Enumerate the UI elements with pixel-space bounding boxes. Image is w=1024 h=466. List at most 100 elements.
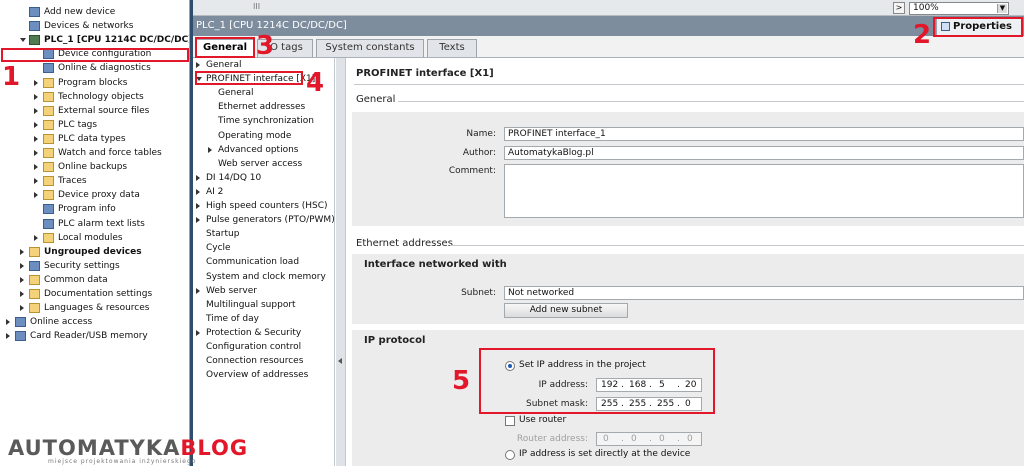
tree-item[interactable]: PLC data types bbox=[0, 132, 189, 146]
expand-right-icon[interactable] bbox=[196, 188, 200, 195]
tab-system-constants[interactable]: System constants bbox=[316, 39, 424, 57]
comment-label: Comment: bbox=[448, 166, 496, 176]
nav-splitter[interactable] bbox=[336, 58, 346, 466]
tab-texts[interactable]: Texts bbox=[427, 39, 477, 57]
tree-item-label: Online backups bbox=[58, 162, 128, 173]
divider bbox=[398, 101, 1024, 102]
zoom-select[interactable]: 100% ▼ bbox=[909, 2, 1009, 15]
tree-item-label: Card Reader/USB memory bbox=[30, 331, 148, 342]
expand-right-icon[interactable] bbox=[34, 135, 38, 142]
nav-item-label: System and clock memory bbox=[206, 271, 326, 282]
expand-right-icon[interactable] bbox=[196, 62, 200, 68]
tree-item[interactable]: Device proxy data bbox=[0, 188, 189, 202]
expand-right-icon[interactable] bbox=[34, 192, 38, 199]
comment-field[interactable] bbox=[504, 164, 1024, 218]
expand-right-icon[interactable] bbox=[196, 203, 200, 209]
ip-set-at-device-radio[interactable] bbox=[505, 450, 515, 460]
subnet-field[interactable]: Not networked bbox=[504, 286, 1024, 300]
author-field[interactable]: AutomatykaBlog.pl bbox=[504, 146, 1024, 160]
annotation-box-3 bbox=[195, 37, 255, 58]
expand-right-icon[interactable] bbox=[196, 287, 200, 294]
expand-right-icon[interactable] bbox=[34, 79, 38, 86]
tree-item[interactable]: Local modules bbox=[0, 231, 189, 245]
use-router-checkbox[interactable] bbox=[505, 416, 515, 426]
expand-right-icon[interactable] bbox=[196, 174, 200, 181]
expand-right-icon[interactable] bbox=[208, 146, 212, 153]
expand-right-icon[interactable] bbox=[34, 150, 38, 156]
tree-item[interactable]: Add new device bbox=[0, 5, 189, 19]
expand-right-icon[interactable] bbox=[196, 217, 200, 224]
expand-right-icon[interactable] bbox=[20, 262, 24, 269]
general-section-title: General bbox=[356, 94, 396, 105]
tree-item[interactable]: Languages & resources bbox=[0, 301, 189, 315]
collapse-left-icon[interactable] bbox=[338, 358, 342, 364]
scroll-grip[interactable]: III bbox=[253, 2, 260, 11]
expand-right-icon[interactable] bbox=[20, 291, 24, 297]
tree-item-label: PLC tags bbox=[58, 119, 98, 130]
expand-right-icon[interactable] bbox=[34, 93, 38, 100]
tree-item[interactable]: Watch and force tables bbox=[0, 146, 189, 160]
tree-item[interactable]: Common data bbox=[0, 273, 189, 287]
logo-text-a: AUTOMATYKA bbox=[8, 436, 181, 460]
chevron-down-icon[interactable]: ▼ bbox=[997, 4, 1007, 13]
expand-right-icon[interactable] bbox=[6, 333, 10, 340]
tree-item-label: PLC_1 [CPU 1214C DC/DC/DC] bbox=[44, 35, 190, 46]
tree-item[interactable]: Program info bbox=[0, 202, 189, 216]
expand-right-icon[interactable] bbox=[20, 305, 24, 312]
tree-item[interactable]: Online & diagnostics bbox=[0, 61, 189, 75]
tree-item[interactable]: Traces bbox=[0, 174, 189, 188]
tree-item[interactable]: Security settings bbox=[0, 259, 189, 273]
expand-right-icon[interactable] bbox=[34, 164, 38, 171]
tree-item[interactable]: PLC_1 [CPU 1214C DC/DC/DC] bbox=[0, 33, 190, 47]
octet-dot: . bbox=[621, 434, 624, 444]
tree-item[interactable]: External source files bbox=[0, 104, 189, 118]
name-label: Name: bbox=[466, 129, 496, 139]
folder-icon bbox=[43, 232, 54, 243]
annotation-number-5: 5 bbox=[452, 366, 471, 396]
octet-dot: . bbox=[677, 434, 680, 444]
tree-item-label: Common data bbox=[44, 274, 108, 285]
tree-item[interactable]: PLC alarm text lists bbox=[0, 217, 189, 231]
folder-icon bbox=[43, 176, 54, 187]
zoom-value: 100% bbox=[913, 3, 939, 13]
tree-item[interactable]: Technology objects bbox=[0, 90, 189, 104]
tree-item-label: Watch and force tables bbox=[58, 148, 162, 158]
expand-right-icon[interactable] bbox=[196, 329, 200, 336]
tree-item[interactable]: Online access bbox=[0, 315, 189, 329]
expand-right-icon[interactable] bbox=[20, 276, 24, 283]
tab-texts-label: Texts bbox=[439, 42, 465, 53]
add-device-icon bbox=[29, 7, 40, 17]
tree-item[interactable]: Documentation settings bbox=[0, 287, 189, 301]
router-octet-1: 0 bbox=[603, 434, 609, 444]
name-field[interactable]: PROFINET interface_1 bbox=[504, 127, 1024, 141]
octet-dot: . bbox=[649, 434, 652, 444]
tree-item[interactable]: PLC tags bbox=[0, 118, 189, 132]
expand-right-icon[interactable] bbox=[34, 178, 38, 185]
folder-icon bbox=[43, 91, 54, 102]
tree-item-label: PLC alarm text lists bbox=[58, 218, 145, 229]
tree-item[interactable]: Devices & networks bbox=[0, 19, 189, 33]
add-subnet-button[interactable]: Add new subnet bbox=[504, 303, 628, 318]
folder-icon bbox=[43, 148, 54, 158]
nav-item-label: Time synchronization bbox=[218, 116, 314, 127]
tree-item[interactable]: Online backups bbox=[0, 160, 189, 174]
expand-right-icon[interactable] bbox=[34, 107, 38, 114]
alarm-text-icon bbox=[43, 218, 54, 229]
expand-right-icon[interactable] bbox=[34, 121, 38, 128]
expand-right-icon[interactable] bbox=[20, 248, 24, 255]
divider bbox=[354, 84, 1024, 85]
expand-right-icon[interactable] bbox=[34, 234, 38, 241]
nav-item-label: DI 14/DQ 10 bbox=[206, 172, 262, 183]
folder-icon bbox=[43, 190, 54, 201]
project-tree: Add new device Devices & networks PLC_1 [C… bbox=[0, 0, 190, 466]
tree-item[interactable]: Program blocks bbox=[0, 76, 189, 90]
nav-item-label: Communication load bbox=[206, 257, 300, 268]
scroll-right-button[interactable]: > bbox=[893, 2, 905, 14]
folder-icon bbox=[29, 274, 40, 285]
expand-right-icon[interactable] bbox=[6, 319, 10, 326]
editor-toolbar: > 100% ▼ III bbox=[193, 0, 1024, 16]
ip-set-at-device-label: IP address is set directly at the device bbox=[519, 449, 691, 459]
expand-down-icon[interactable] bbox=[20, 38, 26, 43]
tree-item[interactable]: Ungrouped devices bbox=[0, 245, 189, 259]
tree-item[interactable]: Card Reader/USB memory bbox=[0, 329, 189, 343]
